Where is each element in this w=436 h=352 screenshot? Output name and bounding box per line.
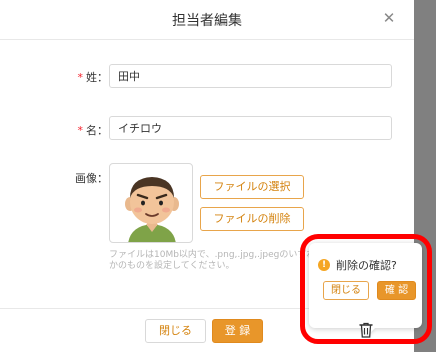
last-name-label-text: 姓： bbox=[86, 71, 108, 84]
image-label: 画像： bbox=[75, 172, 108, 185]
last-name-label: * 姓： bbox=[70, 69, 109, 85]
trash-icon[interactable] bbox=[359, 322, 373, 338]
required-mark: * bbox=[77, 71, 84, 84]
select-file-button[interactable]: ファイルの選択 bbox=[200, 175, 304, 199]
required-mark: * bbox=[77, 124, 84, 137]
warning-icon: ! bbox=[318, 259, 330, 271]
popover-confirm-button[interactable]: 確 認 bbox=[377, 281, 416, 300]
close-icon[interactable]: ✕ bbox=[380, 9, 398, 27]
modal-header: 担当者編集 ✕ bbox=[0, 0, 414, 40]
avatar-illustration bbox=[125, 177, 179, 242]
first-name-label: * 名： bbox=[70, 122, 109, 138]
last-name-input[interactable] bbox=[109, 64, 392, 88]
register-button[interactable]: 登 録 bbox=[212, 319, 263, 343]
first-name-input[interactable] bbox=[109, 116, 392, 140]
first-name-label-text: 名： bbox=[86, 124, 108, 137]
confirm-message: 削除の確認? bbox=[336, 259, 397, 272]
file-hint: ファイルは10Mb以内で、.png,.jpg,.jpegのいずれかのものを設定し… bbox=[109, 250, 316, 271]
delete-file-button[interactable]: ファイルの削除 bbox=[200, 207, 304, 231]
modal-title: 担当者編集 bbox=[172, 13, 242, 29]
popover-cancel-button[interactable]: 閉じる bbox=[323, 281, 369, 300]
close-button[interactable]: 閉じる bbox=[145, 319, 206, 343]
avatar-preview bbox=[109, 163, 193, 243]
